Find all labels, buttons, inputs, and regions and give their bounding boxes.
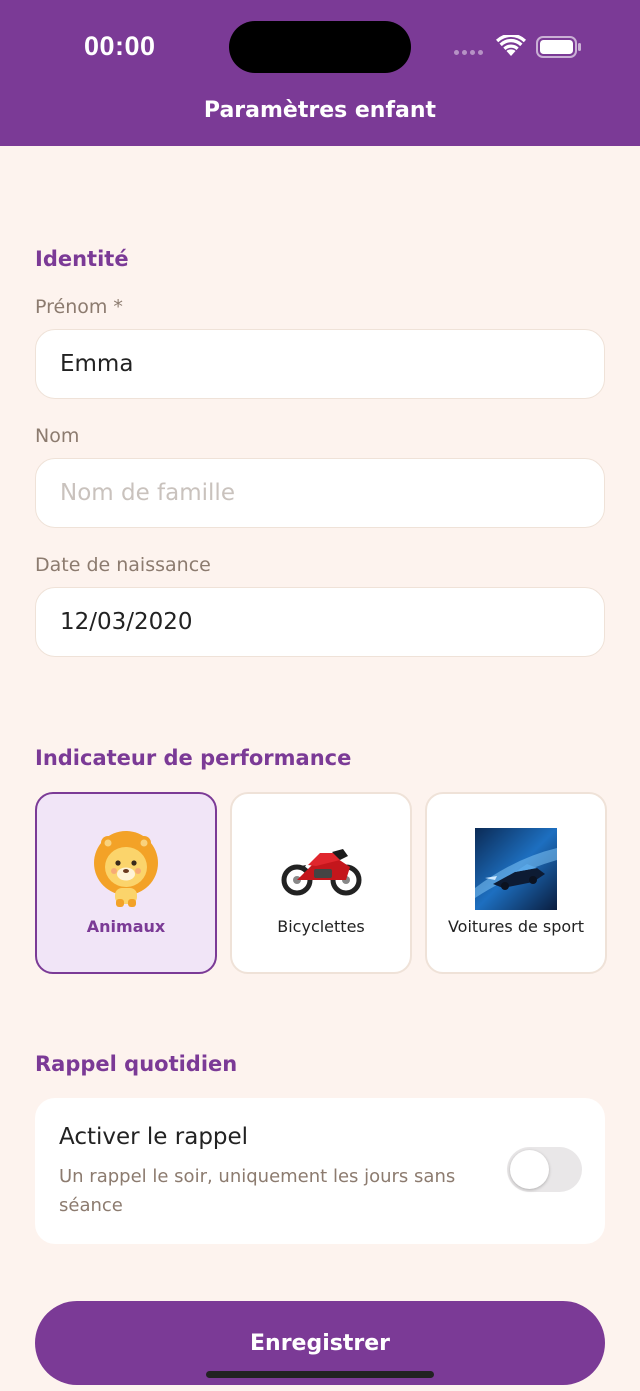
reminder-title: Activer le rappel (59, 1124, 249, 1150)
reminder-description: Un rappel le soir, uniquement les jours … (59, 1166, 456, 1216)
page-title: Paramètres enfant (203, 98, 437, 123)
last-name-field[interactable]: Nom de famille (35, 458, 605, 528)
birth-date-label: Date de naissance (35, 554, 211, 576)
birth-date-value: 12/03/2020 (60, 609, 193, 635)
option-card-animals[interactable]: Animaux (35, 792, 217, 974)
option-card-bicycles[interactable]: Bicyclettes (230, 792, 412, 974)
status-time: 00:00 (84, 31, 156, 61)
lion-icon (85, 828, 167, 910)
sports-car-icon (475, 828, 557, 910)
home-indicator (206, 1371, 434, 1378)
battery-icon (536, 36, 581, 58)
section-title-reminder: Rappel quotidien (35, 1052, 238, 1076)
header-bar: 00:00 Paramètres enfant (0, 0, 640, 146)
wifi-icon (496, 35, 526, 56)
reminder-card: Activer le rappel Un rappel le soir, uni… (35, 1098, 605, 1244)
birth-date-field[interactable]: 12/03/2020 (35, 587, 605, 657)
last-name-placeholder: Nom de famille (60, 480, 235, 506)
dynamic-island (229, 21, 411, 73)
option-card-sports-cars[interactable]: Voitures de sport (425, 792, 607, 974)
toggle-knob (510, 1150, 549, 1189)
reminder-toggle[interactable] (507, 1147, 582, 1192)
first-name-label: Prénom * (35, 296, 123, 318)
section-title-identity: Identité (35, 247, 129, 271)
section-title-performance: Indicateur de performance (35, 746, 352, 770)
first-name-value: Emma (60, 351, 134, 377)
option-label-sports-cars: Voitures de sport (447, 917, 585, 936)
first-name-field[interactable]: Emma (35, 329, 605, 399)
option-label-animals: Animaux (86, 917, 166, 936)
last-name-label: Nom (35, 425, 80, 447)
cellular-signal-icon (454, 50, 483, 55)
motorcycle-icon (280, 828, 362, 910)
performance-options: Animaux Bicyclettes Voitures de sport (35, 792, 607, 974)
option-label-bicycles: Bicyclettes (277, 917, 365, 936)
